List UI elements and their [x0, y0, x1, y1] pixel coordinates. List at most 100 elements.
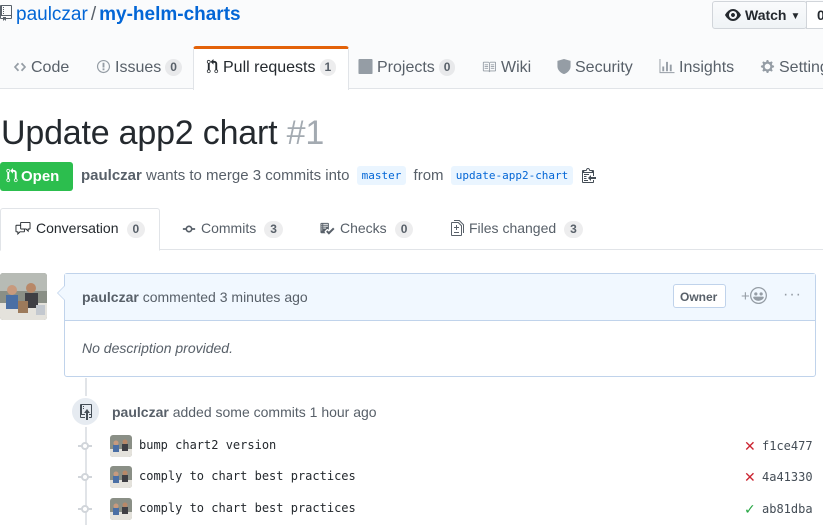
nav-insights-label: Insights [679, 59, 735, 76]
tab-files-changed-counter: 3 [564, 221, 583, 238]
base-branch[interactable]: master [356, 166, 407, 185]
repo-owner-link[interactable]: paulczar [16, 4, 88, 25]
commit-message-link[interactable]: comply to chart best practices [139, 501, 356, 515]
nav-pull-requests-counter: 1 [319, 59, 337, 76]
nav-settings-label: Settings [779, 59, 823, 76]
pull-request-icon [6, 168, 18, 183]
book-icon [482, 61, 496, 73]
pr-merge-text: wants to merge 3 commits into [146, 167, 350, 184]
tab-commits-counter: 3 [264, 221, 283, 238]
tab-conversation-counter: 0 [126, 221, 146, 238]
commit-avatar[interactable] [110, 498, 132, 520]
comment-action: commented 3 minutes ago [142, 289, 308, 305]
nav-pull-requests[interactable]: Pull requests 1 [193, 46, 350, 90]
tab-conversation[interactable]: Conversation 0 [0, 208, 161, 251]
pr-meta: paulczar wants to merge 3 commits into m… [81, 166, 597, 185]
nav-security-label: Security [575, 59, 633, 76]
commit-avatar[interactable] [110, 435, 132, 457]
shield-icon [557, 59, 571, 74]
chevron-down-icon: ▼ [790, 11, 801, 22]
nav-issues[interactable]: Issues 0 [96, 46, 182, 89]
gear-icon [760, 59, 775, 74]
watch-label: Watch [745, 7, 787, 23]
tab-commits[interactable]: Commits 3 [182, 208, 283, 250]
avatar-photo [110, 466, 132, 488]
page-title: Update app2 chart #1 [1, 114, 324, 153]
avatar-photo [0, 273, 47, 320]
comment-discussion-icon [15, 221, 31, 236]
x-icon[interactable]: ✕ [744, 438, 756, 455]
head-branch[interactable]: update-app2-chart [450, 166, 574, 185]
repo-name-link[interactable]: my-helm-charts [99, 4, 241, 25]
nav-settings[interactable]: Settings [760, 46, 823, 89]
nav-wiki-label: Wiki [501, 59, 532, 76]
repo-title: paulczar / my-helm-charts [0, 4, 241, 26]
issue-icon [96, 59, 111, 74]
project-icon [358, 59, 373, 74]
clipboard-icon[interactable] [582, 167, 597, 183]
comment: paulczar commented 3 minutes ago Owner +… [57, 273, 816, 377]
repo-nav: Code Issues 0 Pull requests 1 Projects 0 Wi… [0, 46, 823, 90]
pr-tabnav: Conversation 0 Commits 3 Checks 0 Files cha… [0, 208, 823, 251]
commit-sha-link[interactable]: ab81dba [762, 502, 813, 516]
nav-security[interactable]: Security [557, 46, 633, 89]
tab-files-changed[interactable]: Files changed 3 [451, 208, 583, 250]
pull-request-icon [206, 59, 219, 74]
commit-avatar[interactable] [110, 466, 132, 488]
commit-message-link[interactable]: comply to chart best practices [139, 469, 356, 483]
status-badge-label: Open [21, 168, 60, 185]
commit-row: bump chart2 version ✕ f1ce477 [0, 434, 823, 458]
commit-row: comply to chart best practices ✕ 4a41330 [0, 465, 823, 489]
nav-issues-counter: 0 [165, 59, 182, 76]
tab-checks-counter: 0 [394, 221, 414, 238]
tab-files-changed-label: Files changed [469, 220, 557, 236]
git-commit-icon [78, 473, 92, 481]
nav-wiki[interactable]: Wiki [481, 46, 531, 89]
commit-row: comply to chart best practices ✓ ab81dba [0, 497, 823, 521]
status-badge: Open [0, 162, 73, 191]
nav-code-label: Code [31, 59, 70, 76]
commit-sha-link[interactable]: f1ce477 [762, 439, 813, 453]
tab-commits-label: Commits [201, 220, 257, 236]
commit-message-link[interactable]: bump chart2 version [139, 438, 276, 452]
check-icon[interactable]: ✓ [744, 501, 756, 518]
pr-number: #1 [286, 114, 325, 152]
comment-meta: paulczar commented 3 minutes ago [82, 289, 308, 305]
comment-body: No description provided. [82, 340, 233, 356]
nav-projects[interactable]: Projects 0 [358, 46, 456, 89]
tab-checks[interactable]: Checks 0 [319, 208, 414, 250]
eye-icon [725, 9, 741, 21]
repo-icon [0, 5, 12, 21]
add-reaction-button[interactable]: + [741, 287, 767, 305]
repo-header: paulczar / my-helm-charts Watch ▼ 0 [0, 0, 823, 46]
commit-sha-link[interactable]: 4a41330 [762, 470, 813, 484]
git-commit-icon [78, 505, 92, 513]
avatar[interactable] [0, 273, 47, 320]
pr-from-text: from [413, 167, 444, 184]
commits-event-author-link[interactable]: paulczar [112, 404, 169, 420]
repo-push-icon [80, 404, 92, 420]
watch-button[interactable]: Watch ▼ [712, 1, 807, 29]
kebab-horizontal-icon[interactable]: ··· [783, 286, 802, 304]
nav-insights[interactable]: Insights [659, 46, 734, 89]
nav-projects-counter: 0 [438, 59, 456, 76]
comment-author-link[interactable]: paulczar [82, 289, 139, 305]
nav-code[interactable]: Code [13, 46, 69, 89]
avatar-photo [110, 435, 132, 457]
owner-label: Owner [673, 284, 726, 308]
nav-projects-label: Projects [377, 59, 435, 76]
nav-pull-requests-label: Pull requests [223, 59, 316, 76]
checklist-icon [320, 222, 335, 235]
comment-header: paulczar commented 3 minutes ago Owner +… [65, 274, 815, 321]
avatar-photo [110, 498, 132, 520]
pr-author-link[interactable]: paulczar [81, 167, 142, 184]
tab-checks-label: Checks [340, 220, 387, 236]
x-icon[interactable]: ✕ [744, 469, 756, 486]
watch-count[interactable]: 0 [806, 1, 823, 29]
file-diff-icon [451, 220, 464, 236]
commits-event-action: added some commits 1 hour ago [172, 404, 377, 420]
code-icon [13, 62, 27, 72]
nav-issues-label: Issues [115, 59, 162, 76]
pr-title-text: Update app2 chart [1, 114, 278, 152]
repo-separator: / [90, 4, 97, 25]
